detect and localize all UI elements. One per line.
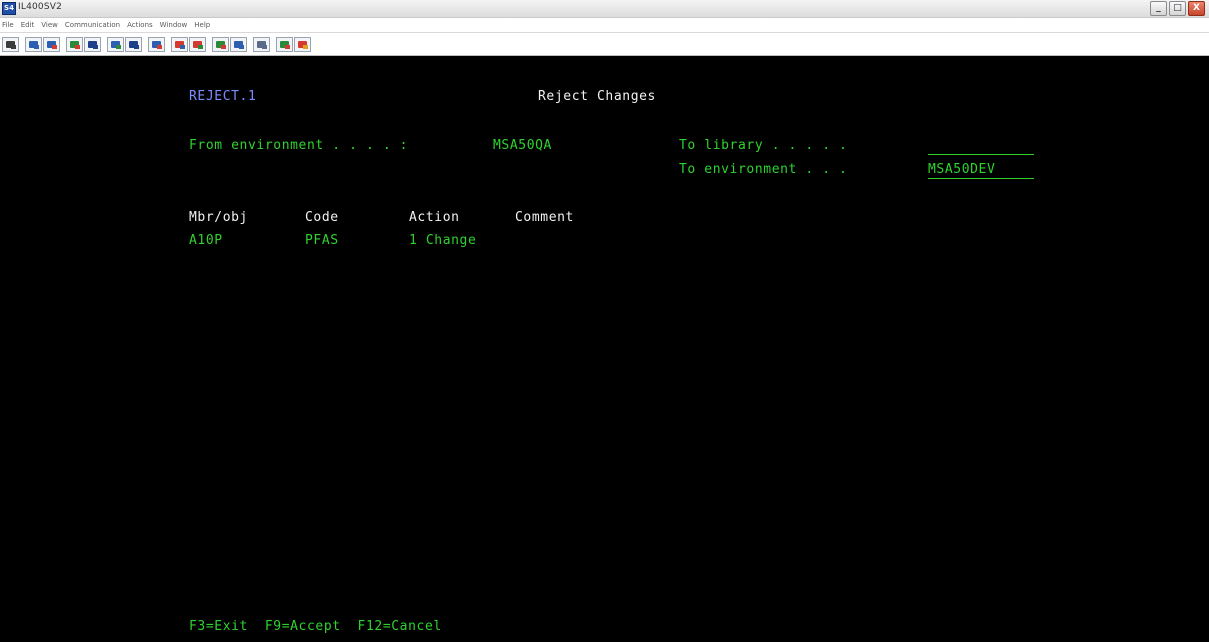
window-title: IL400SV2 (18, 2, 63, 12)
send-icon[interactable] (43, 36, 60, 52)
minimize-button[interactable]: _ (1150, 1, 1167, 16)
window-icon[interactable] (253, 36, 270, 52)
chart-icon[interactable] (148, 36, 165, 52)
row-action[interactable]: 1 Change (409, 233, 476, 249)
program-id: REJECT.1 (189, 89, 257, 104)
screen-title: Reject Changes (538, 89, 656, 104)
row-mbr-obj: A10P (189, 233, 223, 248)
from-environment-label: From environment . . . . : (189, 138, 409, 153)
transfer-icon[interactable] (171, 36, 188, 52)
menu-actions[interactable]: Actions (127, 21, 153, 29)
emulator-app-icon: S4 (2, 2, 16, 15)
macro-record-icon[interactable] (84, 36, 101, 52)
row-code: PFAS (305, 233, 339, 248)
terminal-screen[interactable]: REJECT.1 Reject Changes From environment… (0, 56, 1209, 642)
header-action: Action (409, 210, 460, 225)
toolbar (0, 33, 1209, 56)
to-library-field[interactable] (928, 138, 1034, 155)
copy-paste-icon[interactable] (25, 36, 42, 52)
menu-view[interactable]: View (41, 21, 58, 29)
print-screen-icon[interactable] (2, 36, 19, 52)
to-environment-label: To environment . . . (679, 162, 848, 177)
header-code: Code (305, 210, 339, 225)
title-bar: S4 IL400SV2 _ □ X (0, 0, 1209, 18)
terminal-emulator-window: S4 IL400SV2 _ □ X File Edit View Communi… (0, 0, 1209, 642)
support-icon[interactable] (276, 36, 293, 52)
header-mbr-obj: Mbr/obj (189, 210, 248, 225)
menu-help[interactable]: Help (194, 21, 210, 29)
window-controls: _ □ X (1150, 1, 1205, 16)
receive-icon[interactable] (66, 36, 83, 52)
to-library-label: To library . . . . . (679, 138, 848, 153)
macro-play-icon[interactable] (212, 36, 229, 52)
help-icon[interactable] (294, 36, 311, 52)
menu-edit[interactable]: Edit (21, 21, 35, 29)
edit-icon[interactable] (230, 36, 247, 52)
menu-window[interactable]: Window (160, 21, 188, 29)
display-icon[interactable] (107, 36, 124, 52)
menu-bar: File Edit View Communication Actions Win… (0, 18, 1209, 33)
function-keys-line: F3=Exit F9=Accept F12=Cancel (189, 619, 442, 634)
maximize-button[interactable]: □ (1169, 1, 1186, 16)
close-button[interactable]: X (1188, 1, 1205, 16)
header-comment: Comment (515, 210, 574, 225)
menu-file[interactable]: File (2, 21, 14, 29)
to-environment-field[interactable]: MSA50DEV (928, 162, 1034, 179)
from-environment-value: MSA50QA (493, 138, 552, 153)
keypad-icon[interactable] (125, 36, 142, 52)
settings-icon[interactable] (189, 36, 206, 52)
menu-communication[interactable]: Communication (65, 21, 120, 29)
